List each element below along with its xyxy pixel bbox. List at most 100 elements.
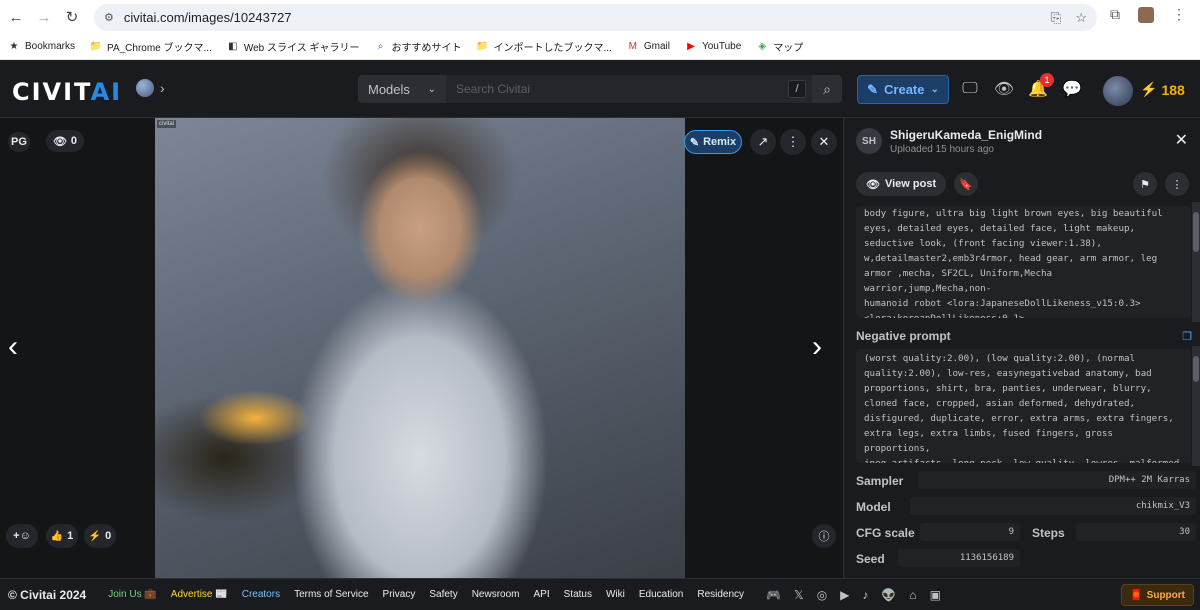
reddit-icon[interactable]: 👽 [881,588,896,602]
civitai-logo[interactable]: CIVITAI [12,78,122,106]
youtube-icon[interactable]: ▶ [840,588,849,602]
buzz-balance[interactable]: ⚡ 188 [1140,81,1185,98]
search-placeholder: Search Civitai [456,82,531,96]
create-button[interactable]: ✎ Create ⌄ [857,75,949,104]
bookmark-label: PA_Chrome ブックマ... [107,43,212,54]
search-category-label: Models [368,81,410,97]
add-reaction-button[interactable]: +☺ [6,524,38,548]
chat-icon[interactable]: 💬 [1062,79,1082,99]
footer-link[interactable]: Advertise 📰 [171,589,228,600]
discord-icon[interactable]: 🎮 [766,588,781,602]
bookmark-label: インポートしたブックマ... [493,43,612,54]
bookmark-star-icon[interactable]: ☆ [1075,10,1087,26]
generated-image[interactable] [155,118,685,578]
address-bar[interactable]: ⚙ civitai.com/images/10243727 ⎘ ☆ [94,4,1097,31]
footer-link[interactable]: Residency [697,589,744,600]
extensions-icon[interactable]: ⧉ [1110,6,1120,23]
uploader-info: SH ShigeruKameda_EnigMind Uploaded 15 ho… [856,128,1042,155]
bell-icon[interactable]: 🔔 1 [1028,73,1054,99]
more-options-icon[interactable]: ⋮ [1165,172,1189,196]
support-button[interactable]: 🧧 Support [1121,584,1194,606]
x-icon[interactable]: 𝕏 [794,588,804,602]
cfg-scale-label: CFG scale [856,526,915,540]
site-switcher[interactable]: › [136,79,165,97]
share-icon[interactable]: ↗ [750,129,776,155]
search-icon[interactable]: ⌕ [812,75,842,103]
bookmark-item[interactable]: 📁 PA_Chrome ブックマ... [90,39,212,54]
tiktok-icon[interactable]: ♪ [862,588,868,602]
twitch-icon[interactable]: ▣ [930,588,941,602]
brush-icon: ✎ [867,81,879,97]
create-label: Create [884,82,925,97]
reaction-pill[interactable]: ⚡ 0 [84,524,116,548]
maps-icon: ◈ [758,41,767,52]
install-app-icon[interactable]: ⎘ [1051,10,1061,26]
user-avatar[interactable] [1103,76,1133,106]
bookmark-icon[interactable]: 🔖 [954,172,979,196]
forward-arrow-icon[interactable]: → [30,3,58,31]
footer-link[interactable]: Wiki [606,589,625,600]
report-flag-icon[interactable]: ⚑ [1133,172,1157,196]
close-icon[interactable]: ✕ [811,129,837,155]
search-category-select[interactable]: Models ⌄ [358,75,446,103]
prompt-scrollbar[interactable] [1192,202,1200,322]
bookmark-item[interactable]: ⌕ おすすめサイト [375,39,462,54]
view-count: 👁 0 [46,130,84,152]
site-settings-icon[interactable]: ⚙ [104,11,114,24]
reaction-pill[interactable]: 👍 1 [46,524,78,548]
upload-icon[interactable]: 🖵 [960,79,980,99]
footer-link[interactable]: Newsroom [472,589,520,600]
back-arrow-icon[interactable]: ← [2,3,30,31]
sampler-label: Sampler [856,474,904,488]
bookmark-item[interactable]: ◧ Web スライス ギャラリー [227,39,359,54]
reaction-count: 1 [67,530,74,542]
more-options-icon[interactable]: ⋮ [780,129,806,155]
copy-icon[interactable]: ❐ [1182,330,1192,343]
cfg-scale-value: 9 [920,523,1020,541]
footer-link[interactable]: Privacy [383,589,416,600]
search-input[interactable]: Search Civitai / [446,75,812,103]
bookmark-item[interactable]: ◈ マップ [756,39,803,54]
view-post-button[interactable]: 👁 View post [856,172,947,196]
copyright: © Civitai 2024 [8,587,87,602]
url-text[interactable]: civitai.com/images/10243727 [124,10,292,25]
eye-icon: 👁 [52,135,67,148]
info-icon[interactable]: ⓘ [812,524,836,548]
instagram-icon[interactable]: ◎ [817,588,827,602]
negative-prompt-scrollbar[interactable] [1192,346,1200,466]
footer-link[interactable]: Terms of Service [294,589,368,600]
thumbs-up-icon: 👍 [50,530,64,542]
support-icon: 🧧 [1130,589,1143,601]
bookmark-item[interactable]: 📁 インポートしたブックマ... [476,39,612,54]
bookmark-label: Gmail [643,41,670,52]
brush-icon: ✎ [689,136,700,149]
username[interactable]: ShigeruKameda_EnigMind [890,128,1042,142]
folder-icon: 📁 [89,41,103,52]
footer-link[interactable]: Education [639,589,683,600]
close-panel-icon[interactable]: ✕ [1175,130,1188,150]
bookmark-item[interactable]: ▶ YouTube [685,41,741,53]
prompt-text: body figure, ultra big light brown eyes,… [856,206,1191,318]
footer-link[interactable]: Creators [242,589,280,600]
next-image-arrow-icon[interactable]: › [812,332,822,362]
buzz-amount: 188 [1161,81,1185,98]
footer-link[interactable]: API [534,589,550,600]
footer-link[interactable]: Join Us 💼 [108,589,157,600]
support-label: Support [1146,589,1185,601]
avatar[interactable]: SH [856,128,882,154]
eye-icon[interactable]: 👁 [994,79,1014,99]
profile-avatar[interactable] [1138,6,1154,23]
bookmark-item[interactable]: M Gmail [627,41,670,53]
view-count-value: 0 [70,135,78,147]
negative-prompt-label: Negative prompt [856,329,951,343]
github-icon[interactable]: ⌂ [909,588,916,602]
remix-button[interactable]: ✎ Remix [684,130,742,154]
reload-icon[interactable]: ↻ [58,3,86,31]
web-slice-icon: ◧ [228,41,238,52]
bookmark-item[interactable]: ★ Bookmarks [8,41,76,53]
browser-toolbar: ← → ↻ ⚙ civitai.com/images/10243727 ⎘ ☆ … [0,0,1200,34]
menu-icon[interactable]: ⋮ [1172,6,1186,23]
footer-link[interactable]: Safety [429,589,457,600]
footer-link[interactable]: Status [564,589,592,600]
previous-image-arrow-icon[interactable]: ‹ [8,332,18,362]
